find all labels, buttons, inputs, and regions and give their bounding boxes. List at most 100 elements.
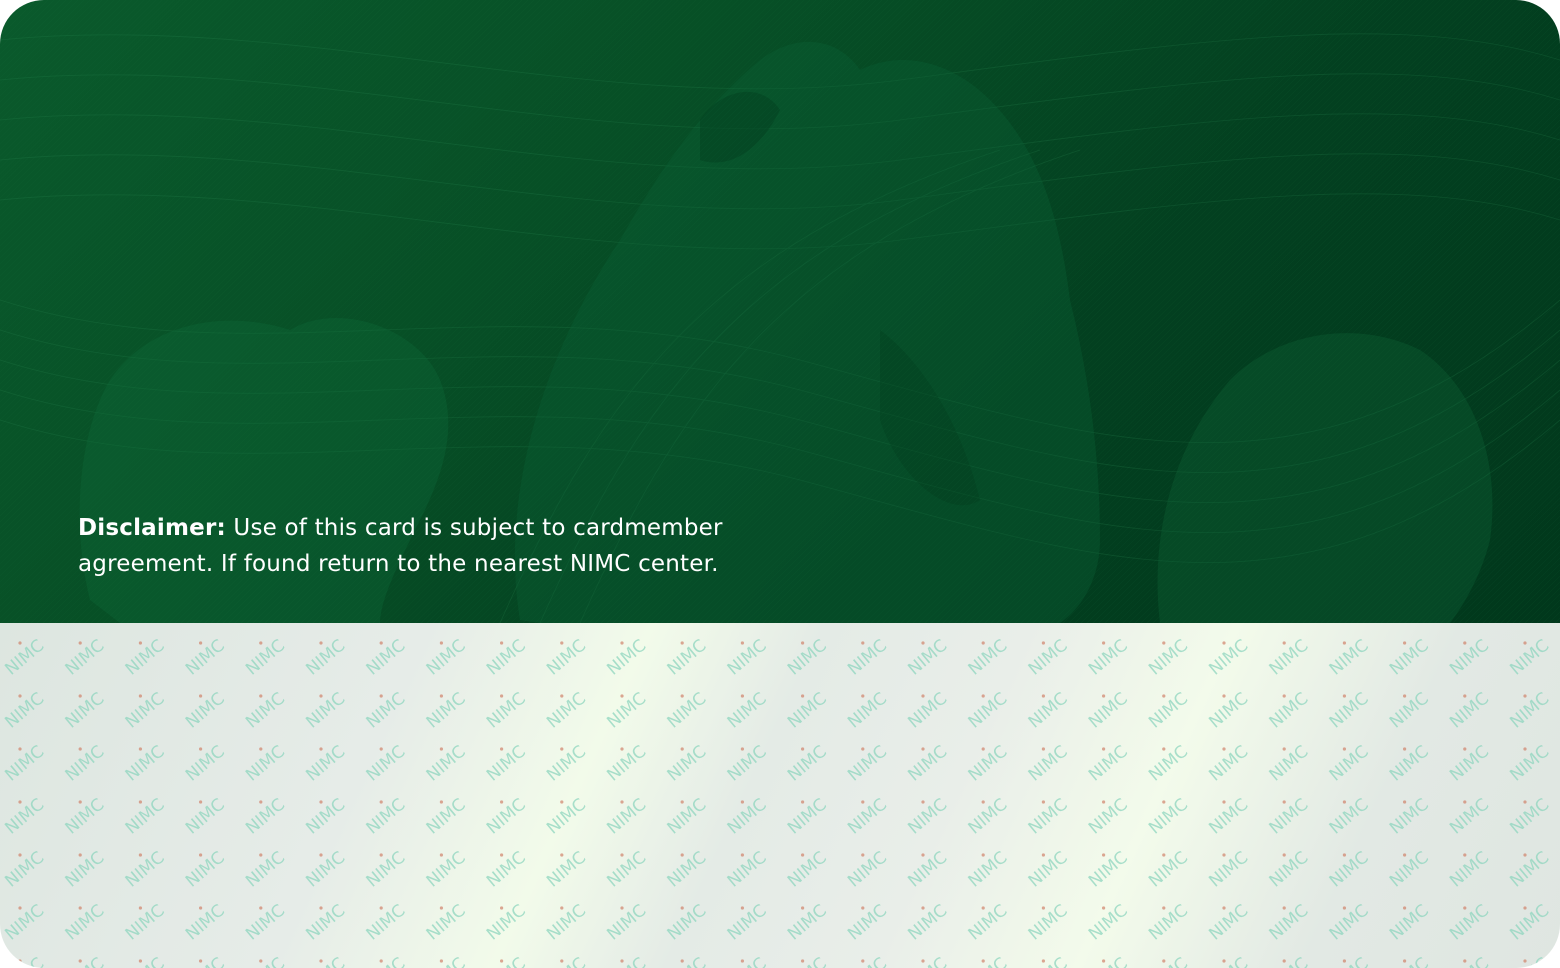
nimc-watermark-tile: NIMC <box>363 742 410 786</box>
nimc-watermark-tile: NIMC <box>543 795 590 839</box>
nimc-watermark-dot <box>1102 694 1106 698</box>
nimc-watermark-tile: NIMC <box>1506 795 1553 839</box>
nimc-watermark-tile: NIMC <box>965 689 1012 733</box>
nimc-watermark-dot <box>78 906 82 910</box>
nimc-watermark-tile: NIMC <box>483 689 530 733</box>
nimc-watermark-tile: NIMC <box>1266 636 1313 680</box>
nimc-watermark-tile: NIMC <box>423 848 470 892</box>
nimc-watermark-dot <box>1041 747 1045 751</box>
nimc-watermark-dot <box>319 747 323 751</box>
nimc-watermark-tile: NIMC <box>1145 901 1192 945</box>
nimc-watermark-dot <box>740 694 745 698</box>
nimc-watermark-tile: NIMC <box>363 636 410 680</box>
nimc-watermark-tile: NIMC <box>904 742 951 786</box>
nimc-watermark-tile: NIMC <box>423 901 470 945</box>
nimc-watermark-tile: NIMC <box>1386 901 1433 945</box>
nimc-watermark-dot <box>560 853 564 857</box>
nimc-watermark-tile: NIMC <box>1386 954 1433 968</box>
nimc-watermark-dot <box>138 906 142 910</box>
nimc-watermark-dot <box>560 641 564 645</box>
nimc-watermark-dot <box>1403 747 1407 751</box>
nimc-watermark-dot <box>500 906 504 910</box>
nimc-watermark-dot <box>1523 694 1527 698</box>
nimc-watermark-tile: NIMC <box>62 742 109 786</box>
nimc-watermark-tile: NIMC <box>242 901 289 945</box>
nimc-watermark-dot <box>560 800 564 804</box>
nimc-watermark-tile: NIMC <box>1446 954 1493 968</box>
nimc-watermark-tile: NIMC <box>1145 954 1192 968</box>
nimc-watermark-dot <box>199 959 203 963</box>
nimc-watermark-dot <box>18 747 22 751</box>
nimc-watermark-tile: NIMC <box>1266 954 1313 968</box>
nimc-watermark-dot <box>259 641 263 645</box>
nimc-watermark-tile: NIMC <box>1326 954 1373 968</box>
nimc-watermark-dot <box>560 959 564 963</box>
nimc-watermark-tile: NIMC <box>784 848 831 892</box>
nimc-watermark-tile: NIMC <box>904 795 951 839</box>
nimc-watermark-dot <box>78 747 82 751</box>
nimc-watermark-tile: NIMC <box>182 742 229 786</box>
nimc-watermark-tile: NIMC <box>844 689 891 733</box>
nimc-watermark-dot <box>78 694 82 698</box>
nimc-watermark-dot <box>861 906 865 910</box>
nimc-watermark-tile: NIMC <box>904 848 951 892</box>
nimc-watermark-tile: NIMC <box>62 689 109 733</box>
nimc-watermark-dot <box>379 906 383 910</box>
nimc-watermark-dot <box>981 906 985 910</box>
nimc-watermark-tile: NIMC <box>904 689 951 733</box>
nimc-watermark-tile: NIMC <box>603 636 650 680</box>
nimc-watermark-tile: NIMC <box>363 848 410 892</box>
nimc-watermark-tile: NIMC <box>664 636 711 680</box>
nimc-watermark-dot <box>740 641 745 645</box>
nimc-watermark-dot <box>1342 747 1346 751</box>
nimc-watermark-dot <box>379 800 383 804</box>
nimc-watermark-tile: NIMC <box>724 689 771 733</box>
nimc-watermark-dot <box>1403 641 1407 645</box>
nimc-watermark-dot <box>620 853 624 857</box>
nimc-watermark-tile: NIMC <box>302 954 349 968</box>
nimc-watermark-tile: NIMC <box>1 742 48 786</box>
nimc-watermark-tile: NIMC <box>1085 689 1132 733</box>
nimc-watermark-dot <box>981 959 985 963</box>
nimc-watermark-tile: NIMC <box>664 848 711 892</box>
nimc-watermark-tile: NIMC <box>1506 901 1553 945</box>
nimc-watermark-tile: NIMC <box>965 954 1012 968</box>
nimc-watermark-dot <box>78 853 82 857</box>
nimc-watermark-tile: NIMC <box>122 689 169 733</box>
nimc-watermark-dot <box>801 959 805 963</box>
card-top-panel: Disclaimer: Use of this card is subject … <box>0 0 1560 623</box>
nimc-watermark-tile: NIMC <box>784 901 831 945</box>
nimc-watermark-tile: NIMC <box>363 901 410 945</box>
nimc-watermark-tile: NIMC <box>1025 901 1072 945</box>
nimc-watermark-dot <box>319 906 323 910</box>
nimc-watermark-tile: NIMC <box>965 795 1012 839</box>
nimc-watermark-tile: NIMC <box>483 636 530 680</box>
nimc-watermark-dot <box>801 694 805 698</box>
nimc-watermark-dot <box>981 747 985 751</box>
nimc-watermark-tile: NIMC <box>1025 636 1072 680</box>
nimc-watermark-tile: NIMC <box>1326 689 1373 733</box>
nimc-watermark-dot <box>500 694 504 698</box>
nimc-watermark-dot <box>740 906 745 910</box>
nimc-watermark-tile: NIMC <box>784 636 831 680</box>
nimc-watermark-dot <box>1282 800 1286 804</box>
nimc-watermark-tile: NIMC <box>242 795 289 839</box>
nimc-watermark-tile: NIMC <box>182 636 229 680</box>
nimc-watermark-tile: NIMC <box>1205 689 1252 733</box>
nimc-watermark-tile: NIMC <box>302 795 349 839</box>
nimc-watermark-dot <box>199 747 203 751</box>
nimc-watermark-dot <box>1222 959 1226 963</box>
nimc-watermark-dot <box>1523 641 1527 645</box>
nimc-watermark-tile: NIMC <box>1446 795 1493 839</box>
id-card-back: Disclaimer: Use of this card is subject … <box>0 0 1560 968</box>
nimc-watermark-dot <box>1403 906 1407 910</box>
nimc-watermark-dot <box>199 800 203 804</box>
nimc-watermark-tile: NIMC <box>1085 742 1132 786</box>
nimc-watermark-dot <box>319 800 323 804</box>
nimc-watermark-tile: NIMC <box>543 689 590 733</box>
nimc-watermark-tile: NIMC <box>182 848 229 892</box>
nimc-watermark-tile: NIMC <box>1145 636 1192 680</box>
nimc-watermark-dot <box>78 641 82 645</box>
nimc-watermark-dot <box>1282 853 1286 857</box>
nimc-watermark-dot <box>1162 694 1166 698</box>
